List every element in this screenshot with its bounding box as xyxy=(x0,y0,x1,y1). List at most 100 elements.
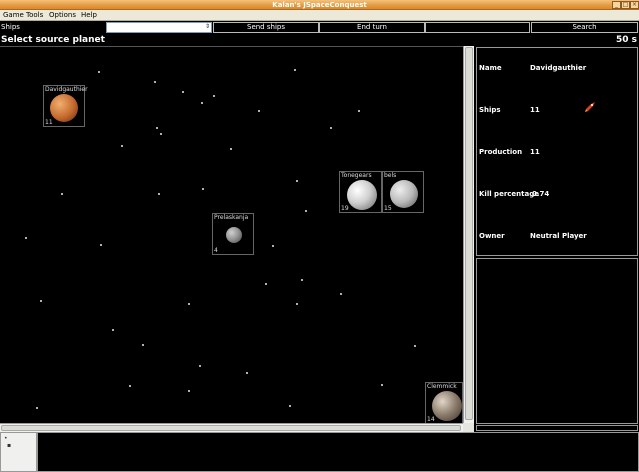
map-vertical-scrollbar[interactable] xyxy=(463,46,474,423)
planet-name: bels xyxy=(384,172,397,179)
planet-ships: 15 xyxy=(384,205,392,212)
star xyxy=(36,407,38,409)
star xyxy=(330,127,332,129)
star xyxy=(61,193,63,195)
turn-timer: 50 s xyxy=(615,35,637,45)
info-ships-value: 11 xyxy=(530,106,540,114)
star xyxy=(265,283,267,285)
planet-orb xyxy=(432,391,462,421)
star xyxy=(129,385,131,387)
star xyxy=(199,365,201,367)
maximize-icon[interactable]: □ xyxy=(621,1,630,9)
star xyxy=(100,244,102,246)
star xyxy=(230,148,232,150)
ships-label: Ships xyxy=(1,23,20,31)
star xyxy=(201,102,203,104)
star xyxy=(381,384,383,386)
planet-tonegears[interactable]: Tonegears 19 xyxy=(339,171,382,213)
map-horizontal-scrollbar[interactable] xyxy=(0,423,463,432)
spaceship-icon xyxy=(585,102,595,112)
galaxy-map[interactable]: Davidgauthier 11 Tonegears 19 bels 15 Pr… xyxy=(0,46,463,423)
planet-orb xyxy=(347,180,377,210)
star xyxy=(305,210,307,212)
star xyxy=(272,245,274,247)
window-title: Kalan's JSpaceConquest xyxy=(272,1,367,9)
star xyxy=(25,237,27,239)
planet-name: Prelaskanja xyxy=(214,214,249,221)
star xyxy=(112,329,114,331)
planet-orb xyxy=(226,227,242,243)
star xyxy=(296,180,298,182)
info-ships-label: Ships xyxy=(479,106,501,114)
close-icon[interactable]: × xyxy=(630,1,639,9)
planet-davidgauthier[interactable]: Davidgauthier 11 xyxy=(43,85,88,127)
planet-prelaskanja[interactable]: Prelaskanja 4 xyxy=(212,213,254,255)
info-kill-label: Kill percentage xyxy=(479,190,539,198)
info-owner-value: Neutral Player xyxy=(530,232,587,240)
star xyxy=(296,303,298,305)
menu-game[interactable]: Game xyxy=(3,11,24,19)
spinner-icon[interactable]: ⇕ xyxy=(205,23,210,30)
ships-input[interactable]: ⇕ xyxy=(106,22,212,33)
star xyxy=(40,300,42,302)
planet-clemmick[interactable]: Clemmick 14 xyxy=(425,382,463,423)
star xyxy=(160,133,162,135)
info-name-value: Davidgauthier xyxy=(530,64,587,72)
menu-options[interactable]: Options xyxy=(49,11,76,19)
window-titlebar[interactable]: Kalan's JSpaceConquest _ □ × xyxy=(0,0,639,10)
star xyxy=(156,127,158,129)
star xyxy=(294,69,296,71)
planet-name: Clemmick xyxy=(427,383,457,390)
star xyxy=(258,110,260,112)
scrollbar-thumb[interactable] xyxy=(465,47,473,420)
star xyxy=(289,405,291,407)
minimap-marker: ▪ xyxy=(7,442,12,449)
toolbar: Ships ⇕ Send ships End turn Search xyxy=(0,21,639,34)
planet-ships: 19 xyxy=(341,205,349,212)
info-production-label: Production xyxy=(479,148,523,156)
send-ships-button[interactable]: Send ships xyxy=(213,22,319,33)
info-owner-label: Owner xyxy=(479,232,505,240)
scrollbar-thumb[interactable] xyxy=(1,425,461,431)
search-button[interactable]: Search xyxy=(531,22,638,33)
minimap[interactable]: • ▪ xyxy=(0,432,37,472)
menu-tools[interactable]: Tools xyxy=(26,11,43,19)
planet-ships: 14 xyxy=(427,416,435,423)
menu-bar: Game Tools Options Help xyxy=(0,10,639,21)
star xyxy=(414,345,416,347)
star xyxy=(202,188,204,190)
planet-ships: 11 xyxy=(45,119,53,126)
scrollbar-corner xyxy=(463,423,474,432)
end-turn-button[interactable]: End turn xyxy=(319,22,425,33)
planet-name: Tonegears xyxy=(341,172,372,179)
star xyxy=(301,279,303,281)
status-bar: Select source planet 50 s xyxy=(0,34,639,46)
planet-info-panel: Name Davidgauthier Ships 11 Production 1… xyxy=(476,47,638,256)
event-log-panel[interactable] xyxy=(476,258,638,424)
info-name-label: Name xyxy=(479,64,502,72)
message-area[interactable] xyxy=(37,432,639,472)
panel-strip xyxy=(476,425,638,431)
star xyxy=(188,390,190,392)
planet-bels[interactable]: bels 15 xyxy=(382,171,424,213)
planet-orb xyxy=(390,180,418,208)
star xyxy=(340,293,342,295)
star xyxy=(246,372,248,374)
planet-name: Davidgauthier xyxy=(45,86,88,93)
star xyxy=(213,95,215,97)
info-kill-value: 0.74 xyxy=(532,190,550,198)
star xyxy=(142,344,144,346)
minimap-marker: • xyxy=(4,435,8,442)
status-message: Select source planet xyxy=(1,35,105,45)
star xyxy=(121,145,123,147)
search-input[interactable] xyxy=(425,22,530,33)
star xyxy=(188,303,190,305)
info-production-value: 11 xyxy=(530,148,540,156)
star xyxy=(358,110,360,112)
star xyxy=(98,71,100,73)
menu-help[interactable]: Help xyxy=(81,11,97,19)
star xyxy=(182,91,184,93)
minimize-icon[interactable]: _ xyxy=(612,1,621,9)
planet-orb xyxy=(50,94,78,122)
star xyxy=(154,81,156,83)
